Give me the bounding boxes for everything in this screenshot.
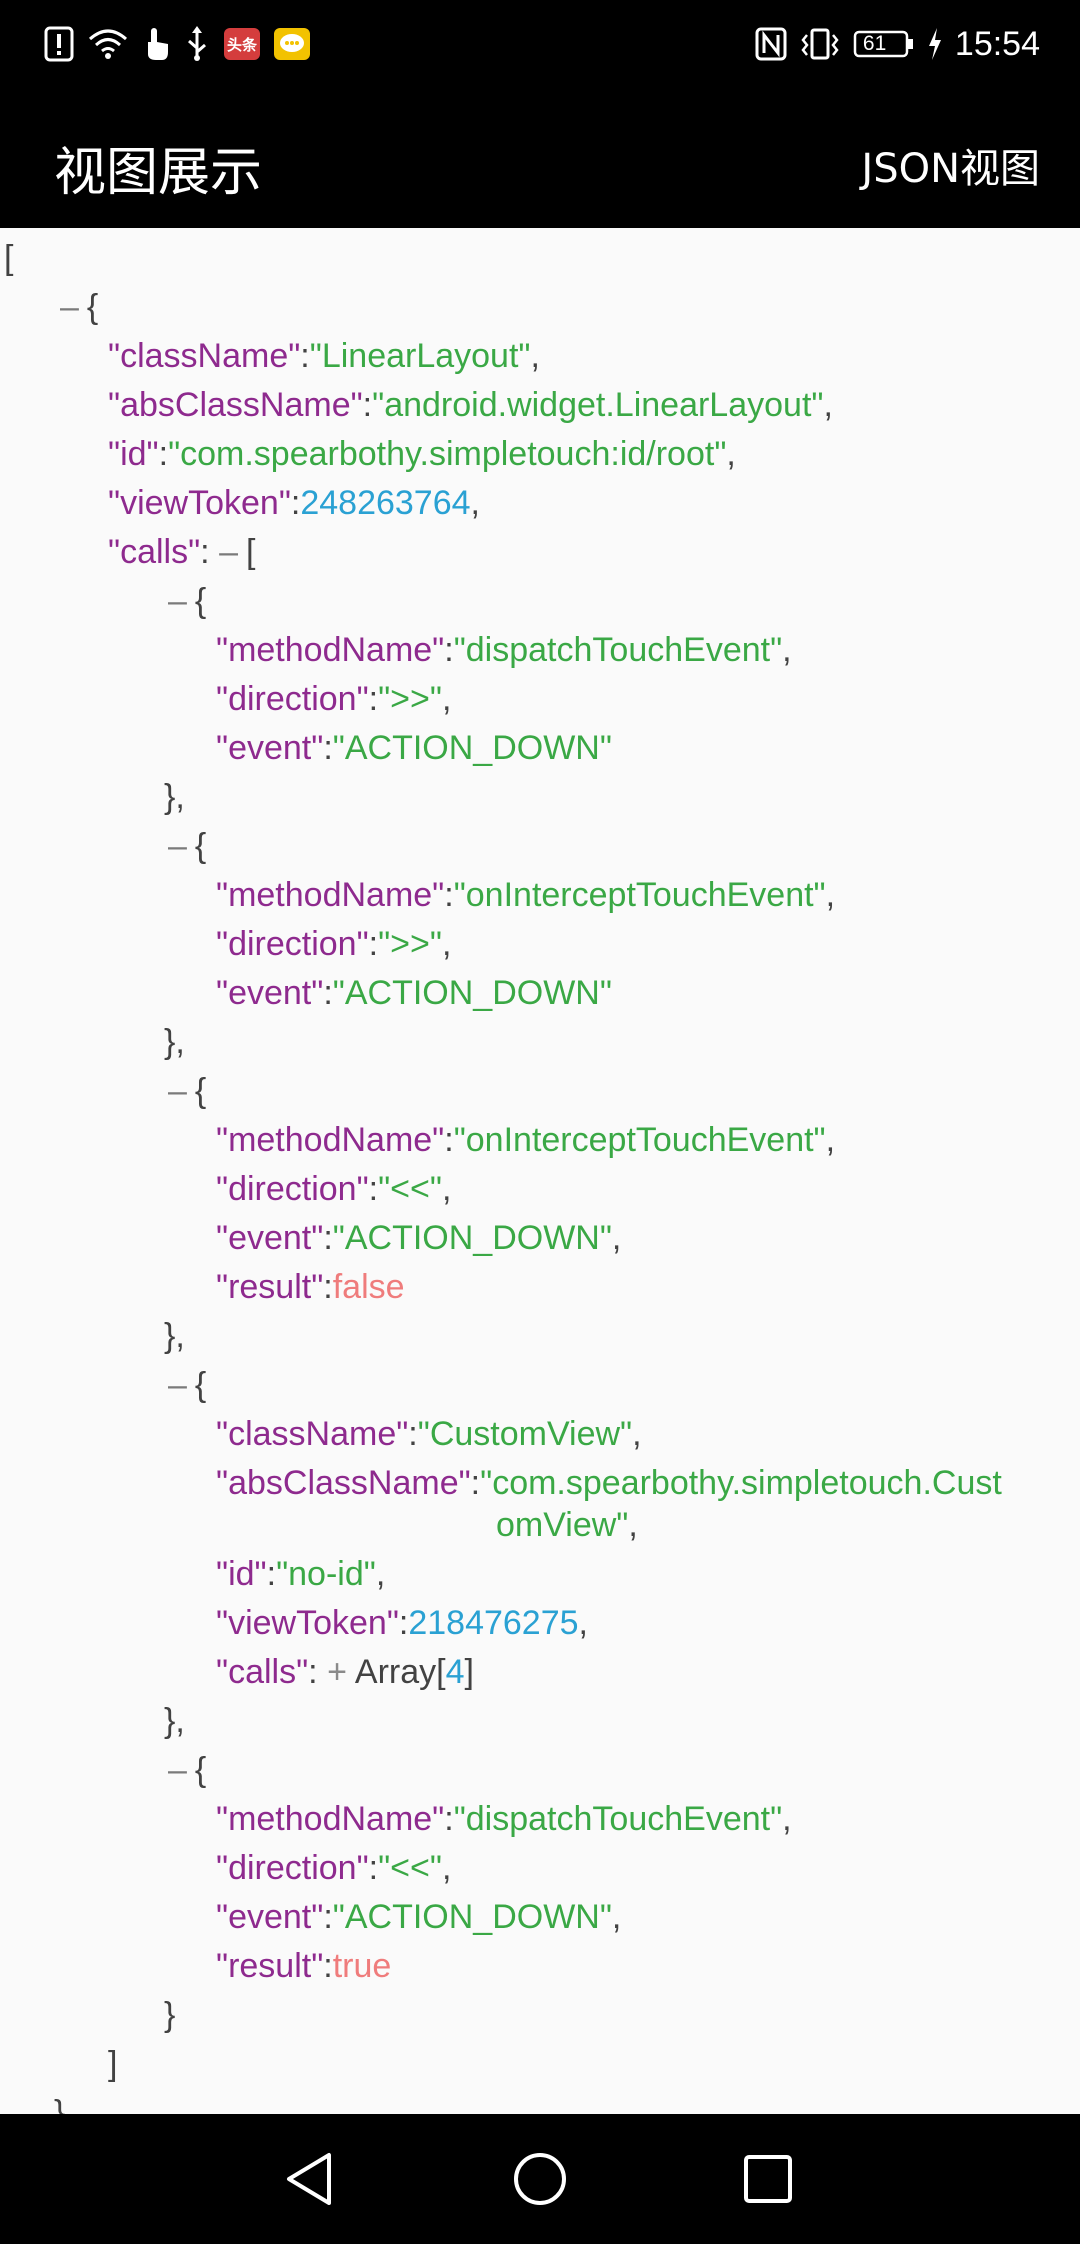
collapse-toggle[interactable]: – [60,283,79,332]
json-line: "id":"com.spearbothy.simpletouch:id/root… [108,435,736,473]
json-line: "methodName":"onInterceptTouchEvent", [216,876,836,914]
app-bar: 视图展示 JSON视图 [0,86,1080,228]
collapse-toggle[interactable]: – [168,1067,187,1116]
collapse-toggle[interactable]: – [168,822,187,871]
status-bar-left: 头条 [44,20,310,68]
expand-toggle[interactable]: + [327,1648,347,1697]
json-line: "className":"CustomView", [216,1415,642,1453]
json-line: "methodName":"onInterceptTouchEvent", [216,1121,836,1159]
json-line: –{ [0,1067,1080,1116]
json-line: "direction":"<<", [216,1849,452,1887]
json-line: "direction":">>", [216,925,452,963]
json-line: "absClassName":"android.widget.LinearLay… [108,386,833,424]
json-line: "event":"ACTION_DOWN" [216,729,612,767]
back-icon [287,2153,331,2205]
json-line: –{ [0,822,1080,871]
collapse-toggle[interactable]: – [219,528,238,577]
home-icon [514,2153,566,2205]
json-line: }, [164,1702,185,1740]
json-line: –{ [0,1361,1080,1410]
json-line: "id":"no-id", [216,1555,386,1593]
json-line: "viewToken":248263764, [108,484,480,522]
wifi-icon [88,27,128,61]
json-line: omView", [496,1506,638,1544]
json-tree-view[interactable]: [ –{ "className":"LinearLayout", "absCla… [0,228,1080,2114]
json-view-button[interactable]: JSON视图 [861,136,1040,194]
json-line: "event":"ACTION_DOWN", [216,1219,622,1257]
battery-icon: 61 [853,29,915,59]
json-line: }, [164,1023,185,1061]
status-bar: 头条 61 15:54 [0,0,1080,86]
json-line: "methodName":"dispatchTouchEvent", [216,1800,792,1838]
page-title: 视图展示 [54,143,263,203]
json-line: –{ [0,577,1080,626]
json-line: "event":"ACTION_DOWN", [216,1898,622,1936]
home-button[interactable] [507,2146,573,2212]
json-line: –{ [0,283,1080,332]
status-time: 15:54 [954,24,1040,63]
json-line: "viewToken":218476275, [216,1604,588,1642]
status-bar-right: 61 15:54 [755,20,1040,68]
battery-level: 61 [862,32,887,55]
navigation-bar [0,2114,1080,2244]
json-line: "result":false [216,1268,405,1306]
recents-icon [744,2155,792,2203]
toutiao-app-icon: 头条 [224,28,260,60]
recents-button[interactable] [735,2146,801,2212]
json-line: "calls": + Array[4] [0,1648,1080,1697]
json-line: ] [108,2045,118,2083]
chat-app-icon [274,28,310,60]
nfc-icon [755,27,787,61]
usb-icon [184,26,210,62]
json-line: "event":"ACTION_DOWN" [216,974,612,1012]
json-line: "result":true [216,1947,392,1985]
json-line: }, [164,778,185,816]
json-line: "direction":">>", [216,680,452,718]
back-button[interactable] [276,2146,342,2212]
collapse-toggle[interactable]: – [168,577,187,626]
json-line: "className":"LinearLayout", [108,337,540,375]
json-line: }, [164,1317,185,1355]
touch-icon [142,26,170,62]
alert-icon [44,26,74,62]
collapse-toggle[interactable]: – [168,1746,187,1795]
json-line: } [54,2094,66,2114]
json-line: "methodName":"dispatchTouchEvent", [216,631,792,669]
charging-icon [927,28,943,60]
collapse-toggle[interactable]: – [168,1361,187,1410]
json-line: "direction":"<<", [216,1170,452,1208]
vibrate-icon [799,27,841,61]
json-line: "calls": –[ [0,528,1080,577]
json-line: } [164,1996,176,2034]
json-line: –{ [0,1746,1080,1795]
json-line: [ [4,239,14,277]
